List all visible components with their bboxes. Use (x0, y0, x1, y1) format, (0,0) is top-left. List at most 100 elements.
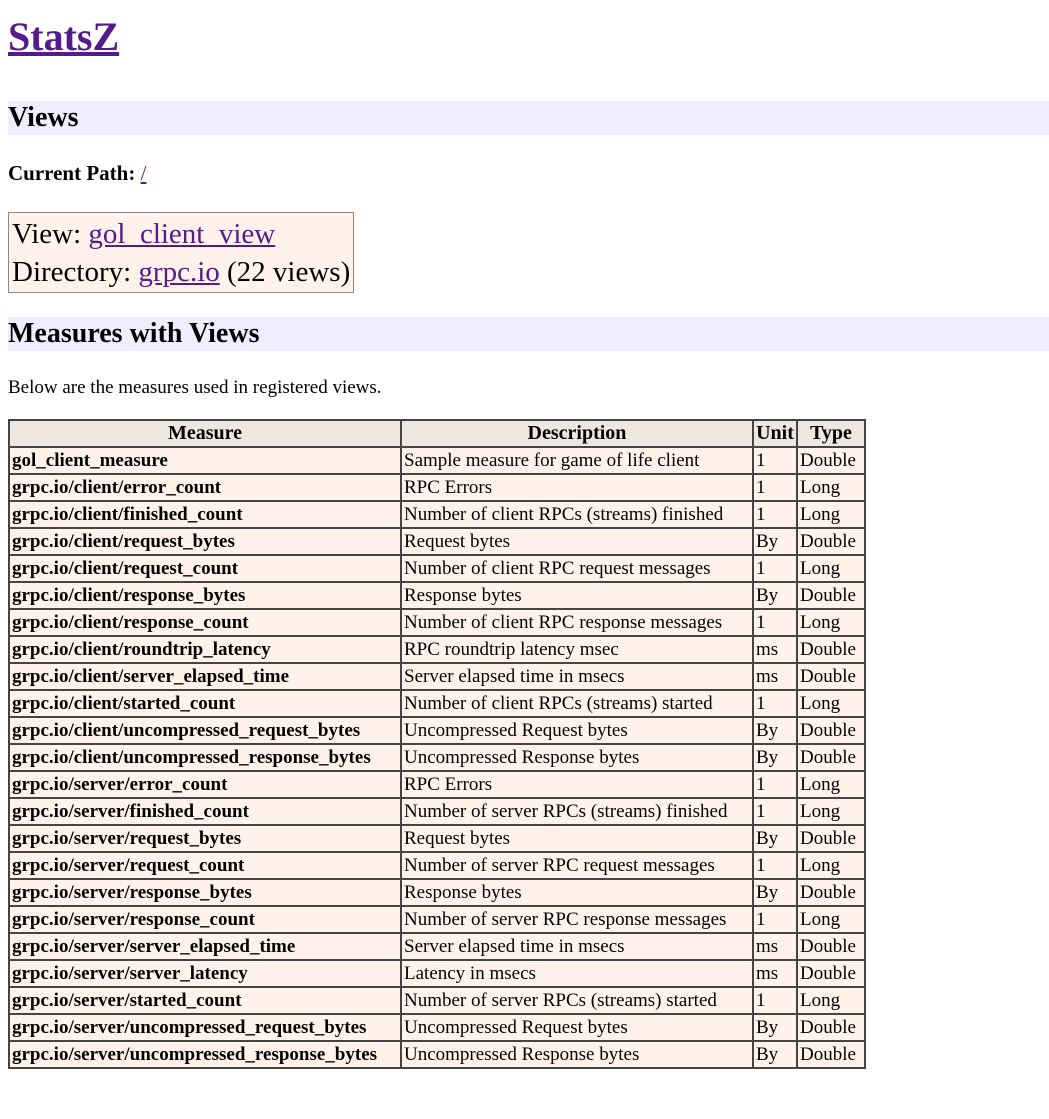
table-row: grpc.io/server/request_bytes Request byte… (8, 824, 866, 853)
measure-cell: grpc.io/client/uncompressed_response_byt… (8, 743, 402, 772)
measure-cell: grpc.io/client/started_count (8, 689, 402, 718)
current-path-link[interactable]: / (141, 161, 147, 185)
measure-cell: grpc.io/server/finished_count (8, 797, 402, 826)
unit-cell: ms (752, 932, 798, 961)
measure-cell: grpc.io/client/roundtrip_latency (8, 635, 402, 664)
views-section-heading: Views (8, 101, 1049, 135)
unit-cell: By (752, 1013, 798, 1042)
description-cell: Number of client RPC response messages (400, 608, 754, 637)
unit-cell: By (752, 824, 798, 853)
unit-cell: 1 (752, 446, 798, 475)
table-row: grpc.io/client/request_bytes Request byte… (8, 527, 866, 556)
unit-cell: 1 (752, 473, 798, 502)
measure-cell: grpc.io/client/request_count (8, 554, 402, 583)
page-title-link[interactable]: StatsZ (8, 14, 119, 59)
type-cell: Long (796, 797, 866, 826)
column-header-unit: Unit (752, 419, 798, 448)
type-cell: Long (796, 554, 866, 583)
type-cell: Long (796, 500, 866, 529)
page-title: StatsZ (8, 0, 1049, 60)
description-cell: Number of client RPCs (streams) finished (400, 500, 754, 529)
unit-cell: 1 (752, 500, 798, 529)
measures-table: Measure Description Unit Type gol_client… (8, 419, 866, 1069)
column-header-description: Description (400, 419, 754, 448)
table-row: grpc.io/client/request_count Number of cl… (8, 554, 866, 583)
description-cell: Number of client RPC request messages (400, 554, 754, 583)
column-header-measure: Measure (8, 419, 402, 448)
description-cell: RPC Errors (400, 770, 754, 799)
unit-cell: 1 (752, 986, 798, 1015)
unit-cell: ms (752, 959, 798, 988)
description-cell: Uncompressed Response bytes (400, 1040, 754, 1069)
view-link[interactable]: gol_client_view (88, 218, 275, 250)
description-cell: Number of server RPCs (streams) started (400, 986, 754, 1015)
view-line: View: gol_client_view (12, 215, 350, 253)
directory-label: Directory: (12, 256, 132, 288)
unit-cell: 1 (752, 797, 798, 826)
type-cell: Double (796, 1040, 866, 1069)
unit-cell: 1 (752, 554, 798, 583)
measure-cell: grpc.io/server/uncompressed_response_byt… (8, 1040, 402, 1069)
type-cell: Double (796, 581, 866, 610)
directory-link[interactable]: grpc.io (138, 256, 219, 288)
measures-description: Below are the measures used in registere… (8, 377, 382, 398)
table-row: grpc.io/client/response_count Number of c… (8, 608, 866, 637)
column-header-type: Type (796, 419, 866, 448)
table-row: grpc.io/client/roundtrip_latency RPC roun… (8, 635, 866, 664)
description-cell: Sample measure for game of life client (400, 446, 754, 475)
type-cell: Double (796, 824, 866, 853)
type-cell: Double (796, 527, 866, 556)
type-cell: Long (796, 986, 866, 1015)
unit-cell: 1 (752, 905, 798, 934)
measures-section-heading: Measures with Views (8, 317, 1049, 351)
unit-cell: 1 (752, 608, 798, 637)
table-row: grpc.io/server/uncompressed_request_byte… (8, 1013, 866, 1042)
measure-cell: grpc.io/server/uncompressed_request_byte… (8, 1013, 402, 1042)
type-cell: Double (796, 932, 866, 961)
table-row: gol_client_measure Sample measure for gam… (8, 446, 866, 475)
measure-cell: grpc.io/server/server_latency (8, 959, 402, 988)
type-cell: Long (796, 851, 866, 880)
table-row: grpc.io/server/server_elapsed_time Server… (8, 932, 866, 961)
type-cell: Long (796, 473, 866, 502)
description-cell: Uncompressed Request bytes (400, 1013, 754, 1042)
description-cell: Uncompressed Request bytes (400, 716, 754, 745)
measure-cell: grpc.io/server/response_count (8, 905, 402, 934)
table-row: grpc.io/server/request_count Number of se… (8, 851, 866, 880)
measure-cell: grpc.io/server/response_bytes (8, 878, 402, 907)
unit-cell: By (752, 716, 798, 745)
description-cell: Number of client RPCs (streams) started (400, 689, 754, 718)
description-cell: Number of server RPC request messages (400, 851, 754, 880)
table-row: grpc.io/server/response_bytes Response by… (8, 878, 866, 907)
type-cell: Long (796, 608, 866, 637)
type-cell: Double (796, 959, 866, 988)
measure-cell: grpc.io/client/uncompressed_request_byte… (8, 716, 402, 745)
type-cell: Long (796, 905, 866, 934)
unit-cell: 1 (752, 689, 798, 718)
description-cell: Request bytes (400, 824, 754, 853)
page-content: StatsZ Views Current Path: / View: gol_c… (0, 0, 1049, 1069)
table-row: grpc.io/client/response_bytes Response by… (8, 581, 866, 610)
measure-cell: grpc.io/client/finished_count (8, 500, 402, 529)
table-row: grpc.io/client/started_count Number of cl… (8, 689, 866, 718)
description-cell: RPC Errors (400, 473, 754, 502)
description-cell: Number of server RPC response messages (400, 905, 754, 934)
measure-cell: grpc.io/client/response_bytes (8, 581, 402, 610)
measure-cell: grpc.io/client/response_count (8, 608, 402, 637)
description-cell: Server elapsed time in msecs (400, 932, 754, 961)
description-cell: RPC roundtrip latency msec (400, 635, 754, 664)
current-path-label: Current Path: (8, 161, 136, 185)
type-cell: Double (796, 662, 866, 691)
table-row: grpc.io/client/uncompressed_request_byte… (8, 716, 866, 745)
measure-cell: grpc.io/client/request_bytes (8, 527, 402, 556)
table-row: grpc.io/client/server_elapsed_time Server… (8, 662, 866, 691)
description-cell: Response bytes (400, 581, 754, 610)
type-cell: Double (796, 1013, 866, 1042)
description-cell: Request bytes (400, 527, 754, 556)
unit-cell: By (752, 878, 798, 907)
type-cell: Double (796, 743, 866, 772)
view-info-box: View: gol_client_view Directory: grpc.io… (8, 212, 355, 293)
unit-cell: ms (752, 662, 798, 691)
unit-cell: 1 (752, 770, 798, 799)
measure-cell: gol_client_measure (8, 446, 402, 475)
